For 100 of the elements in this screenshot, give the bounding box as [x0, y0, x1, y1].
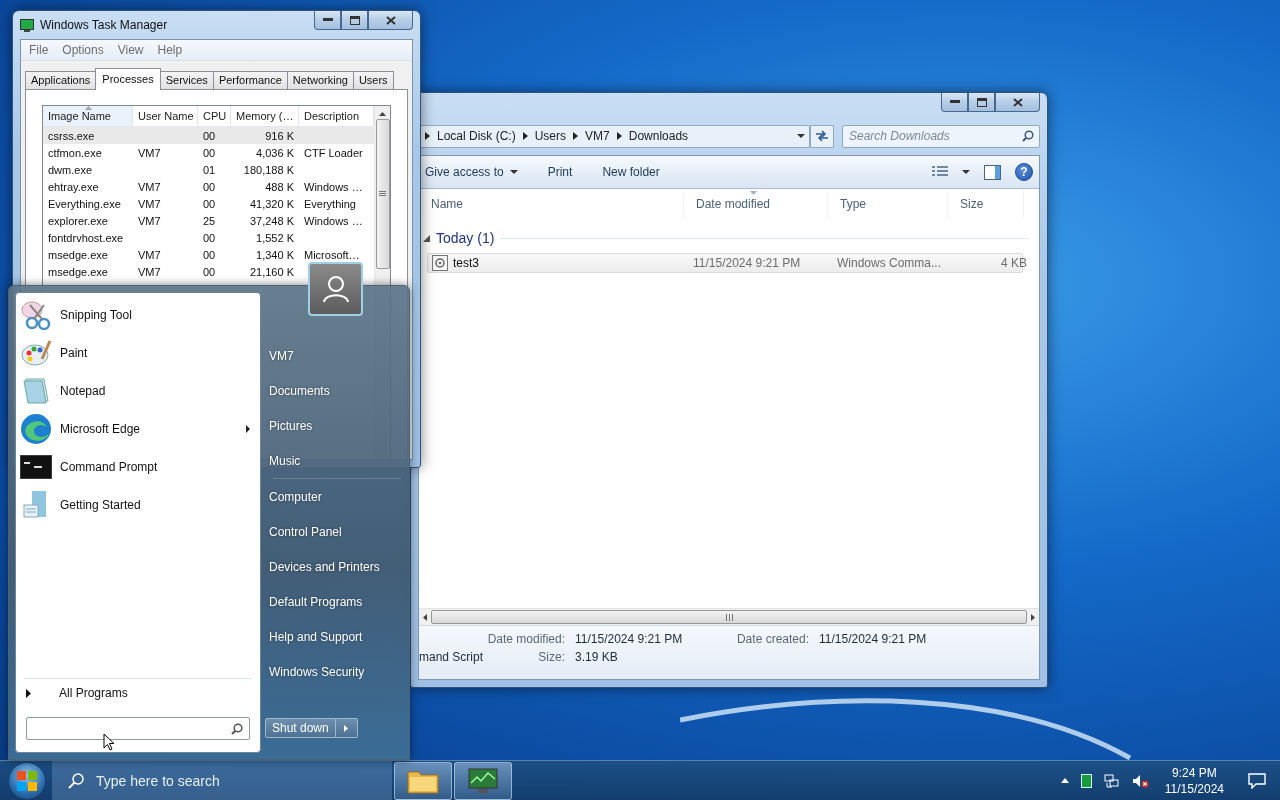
column-header[interactable]: Name — [419, 191, 684, 217]
group-header[interactable]: Today (1) — [436, 230, 495, 246]
breadcrumb-item[interactable]: Users — [534, 129, 567, 143]
minimize-icon — [322, 18, 333, 22]
menu-item[interactable]: Windows Security — [265, 654, 409, 689]
program-item[interactable]: Notepad — [16, 372, 260, 410]
monitor-icon — [20, 19, 34, 32]
tab[interactable]: Networking — [286, 71, 354, 90]
breadcrumb-item[interactable]: VM7 — [585, 129, 610, 143]
menu-item[interactable]: Options — [56, 43, 110, 57]
close-icon — [385, 15, 396, 25]
menu-item[interactable]: Pictures — [265, 408, 409, 443]
table-cell-text: VM7 — [137, 179, 162, 195]
toolbar-button[interactable]: Give access to — [425, 163, 518, 181]
help-button[interactable]: ? — [1015, 163, 1033, 181]
tab[interactable]: Processes — [95, 68, 161, 90]
program-item[interactable]: Command Prompt — [16, 448, 260, 486]
shutdown-options-button[interactable] — [335, 718, 358, 738]
start-button[interactable] — [8, 761, 46, 800]
menu-item[interactable]: Documents — [265, 373, 409, 408]
process-row[interactable]: fontdrvhost.exe 00 1,552 K — [43, 229, 374, 246]
column-header[interactable]: User Name — [133, 106, 198, 127]
date-text: 11/15/2024 — [1164, 781, 1224, 796]
column-header[interactable]: CPU — [198, 106, 231, 127]
dropdown-button[interactable] — [962, 170, 970, 174]
maximize-button[interactable] — [968, 93, 995, 112]
taskbar-app-button[interactable] — [454, 761, 512, 800]
preview-pane-button[interactable] — [984, 164, 1001, 180]
menu-item[interactable]: View — [111, 43, 150, 57]
right-arrow-icon — [1031, 613, 1035, 621]
program-item[interactable]: Paint — [16, 334, 260, 372]
toolbar-button[interactable]: New folder — [602, 163, 660, 181]
process-row[interactable]: msedge.exe VM7 00 21,160 K — [43, 263, 374, 280]
process-row[interactable]: ctfmon.exe VM7 00 4,036 K CTF Loader — [43, 144, 374, 161]
tab[interactable]: Users — [352, 71, 394, 90]
all-programs-item[interactable]: All Programs — [16, 679, 260, 707]
menu-item[interactable]: Devices and Printers — [265, 549, 409, 584]
table-cell-text: 488 K — [264, 179, 295, 195]
grip-icon — [379, 191, 386, 197]
column-header[interactable]: Date modified — [684, 191, 828, 217]
scrollbar-thumb[interactable] — [375, 119, 390, 269]
close-button[interactable] — [995, 93, 1040, 112]
menu-item[interactable]: VM7 — [265, 338, 409, 373]
program-item[interactable]: Snipping Tool — [16, 296, 260, 334]
menu-item[interactable]: Computer — [265, 479, 409, 514]
menu-item[interactable]: Control Panel — [265, 514, 409, 549]
program-item[interactable]: Getting Started — [16, 486, 260, 524]
menu-item[interactable]: Help and Support — [265, 619, 409, 654]
notifications-button[interactable] — [1248, 772, 1266, 789]
search-icon — [231, 723, 243, 735]
process-row[interactable]: msedge.exe VM7 00 1,340 K Microsoft… — [43, 246, 374, 263]
minimize-button[interactable] — [314, 11, 341, 30]
column-header[interactable]: Type — [828, 191, 948, 217]
breadcrumb-item[interactable]: Local Disk (C:) — [437, 129, 516, 143]
refresh-button[interactable] — [810, 124, 834, 148]
menu-item[interactable]: Music — [265, 443, 409, 478]
table-cell-text: CTF Loader — [303, 145, 364, 161]
tab[interactable]: Applications — [25, 71, 97, 90]
program-item[interactable]: Microsoft Edge — [16, 410, 260, 448]
network-button[interactable] — [1103, 773, 1120, 788]
process-row[interactable]: explorer.exe VM7 25 37,248 K Windows … — [43, 212, 374, 229]
shutdown-button[interactable]: Shut down — [265, 718, 336, 738]
address-bar[interactable]: Local Disk (C:) Users VM7 Downloads — [418, 124, 810, 148]
breadcrumb-item[interactable]: Downloads — [628, 129, 689, 143]
search-field[interactable] — [26, 717, 250, 740]
taskbar-app-button[interactable] — [394, 761, 452, 800]
column-header[interactable]: Memory (… — [231, 106, 299, 127]
maximize-button[interactable] — [341, 11, 368, 30]
menu-item[interactable]: Help — [151, 43, 189, 57]
toolbar-button[interactable]: Print — [547, 163, 573, 181]
window-title: Windows Task Manager — [40, 18, 168, 32]
monitor-icon — [468, 767, 498, 794]
table-cell-text: 21,160 K — [248, 264, 295, 280]
scrollbar[interactable] — [419, 608, 1039, 625]
column-header[interactable]: Size — [948, 191, 1024, 217]
close-button[interactable] — [368, 11, 413, 30]
search-field[interactable]: Search Downloads — [842, 124, 1040, 148]
clock[interactable]: 9:24 PM 11/15/2024 — [1164, 765, 1224, 796]
table-cell-text: Windows Comma... — [837, 255, 943, 272]
process-row[interactable]: Everything.exe VM7 00 41,320 K Everything — [43, 195, 374, 212]
tab[interactable]: Services — [159, 71, 214, 90]
minimize-button[interactable] — [941, 93, 968, 112]
process-row[interactable]: ehtray.exe VM7 00 488 K Windows … — [43, 178, 374, 195]
show-hidden-icons-button[interactable] — [1060, 778, 1069, 783]
volume-button[interactable] — [1131, 773, 1149, 788]
process-row[interactable]: dwm.exe 01 180,188 K — [43, 161, 374, 178]
grip-icon — [725, 613, 733, 621]
column-header[interactable]: Image Name — [43, 106, 133, 127]
table-cell-text: 11/15/2024 9:21 PM — [693, 255, 802, 272]
column-header[interactable]: Description — [299, 106, 374, 127]
table-cell-text: 41,320 K — [248, 196, 295, 212]
scrollbar-thumb[interactable] — [431, 610, 1027, 624]
tab[interactable]: Performance — [212, 71, 288, 90]
view-options-button[interactable] — [932, 166, 948, 178]
user-avatar[interactable] — [308, 262, 363, 316]
menu-item[interactable]: File — [23, 43, 55, 57]
process-row[interactable]: csrss.exe 00 916 K — [43, 127, 374, 144]
table-cell-text: VM7 — [137, 145, 162, 161]
menu-item[interactable]: Default Programs — [265, 584, 409, 619]
tray-app-button[interactable] — [1080, 773, 1092, 788]
